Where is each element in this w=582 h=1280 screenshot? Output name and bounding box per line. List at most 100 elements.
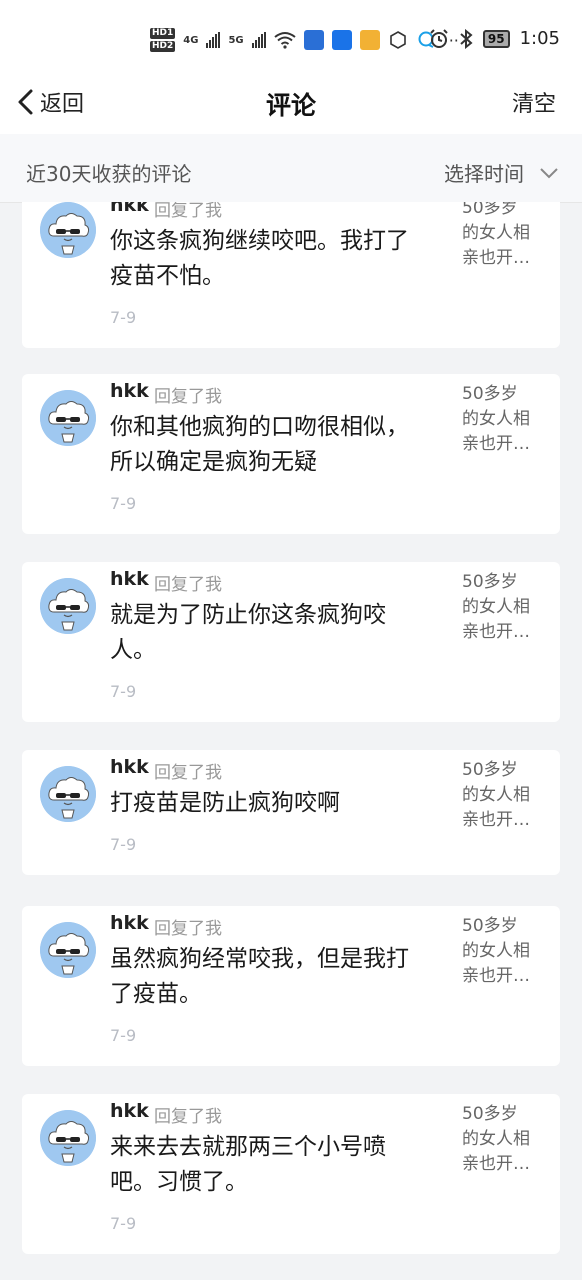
- comment-text-line: 疫苗不怕。: [110, 263, 225, 289]
- comment-username[interactable]: hkk: [110, 912, 149, 934]
- comment-text-line: 人。: [110, 637, 156, 663]
- comment-date: 7-9: [110, 1214, 137, 1233]
- comment-username[interactable]: hkk: [110, 1100, 149, 1122]
- referenced-post-line: 50多岁: [462, 760, 518, 780]
- comment-card[interactable]: hkk 回复了我你和其他疯狗的口吻很相似， 所以确定是疯狗无疑 7-9 50多岁的女人相…: [22, 374, 560, 534]
- referenced-post-line: 的女人相: [462, 409, 530, 429]
- filter-label: 近30天收获的评论: [26, 162, 192, 186]
- comment-card[interactable]: hkk 回复了我就是为了防止你这条疯狗咬 人。 7-9 50多岁的女人相亲也开…: [22, 562, 560, 722]
- reply-action-label: 回复了我: [154, 919, 222, 939]
- referenced-post-line: 50多岁: [462, 202, 518, 218]
- referenced-post[interactable]: 50多岁的女人相亲也开…: [462, 570, 544, 645]
- avatar[interactable]: [40, 390, 96, 446]
- comment-text-line: 来来去去就那两三个小号喷: [110, 1134, 386, 1160]
- reply-action-label: 回复了我: [154, 1107, 222, 1127]
- hd-indicator: HD1 HD2: [150, 27, 176, 53]
- navigation-bar: 返回 评论 清空: [0, 72, 582, 134]
- hd2-label: HD2: [150, 41, 176, 52]
- clock-time: 1:05: [519, 28, 560, 49]
- comment-text-line: 你这条疯狗继续咬吧。我打了: [110, 228, 409, 254]
- comment-date: 7-9: [110, 682, 137, 701]
- referenced-post[interactable]: 50多岁 的女人相 亲也开…: [462, 382, 544, 457]
- page-title: 评论: [265, 91, 316, 120]
- referenced-post-line: 的女人相: [462, 785, 530, 805]
- comment-text: 你这条疯狗继续咬吧。我打了 疫苗不怕。: [110, 224, 440, 294]
- referenced-post[interactable]: 50多岁的女人相亲也开…: [462, 758, 544, 833]
- app-notification-icon: [303, 30, 324, 50]
- referenced-post[interactable]: 50多岁的女人相亲也开…: [462, 914, 544, 989]
- status-icons-left: HD1 HD2 4G 5G ···: [150, 22, 459, 58]
- comment-username[interactable]: hkk: [110, 756, 149, 778]
- avatar-cloud-icon: [40, 390, 96, 446]
- referenced-post-line: 50多岁: [462, 916, 518, 936]
- bluetooth-icon: [460, 28, 473, 49]
- avatar[interactable]: [40, 766, 96, 822]
- comment-card[interactable]: hkk 回复了我你这条疯狗继续咬吧。我打了 疫苗不怕。 7-9 50多岁的女人相亲也开…: [22, 202, 560, 348]
- comment-date: 7-9: [110, 1026, 137, 1045]
- avatar[interactable]: [40, 922, 96, 978]
- comment-text: 虽然疯狗经常咬我，但是我打 了疫苗。: [110, 942, 440, 1012]
- comment-date: 7-9: [110, 308, 137, 327]
- comment-card[interactable]: hkk 回复了我虽然疯狗经常咬我，但是我打 了疫苗。 7-9 50多岁的女人相亲也开…: [22, 906, 560, 1066]
- referenced-post[interactable]: 50多岁的女人相亲也开…: [462, 202, 544, 271]
- referenced-post-line: 的女人相: [462, 597, 530, 617]
- avatar-cloud-icon: [40, 202, 96, 258]
- battery-icon: 95: [482, 29, 510, 48]
- reply-action-label: 回复了我: [154, 575, 222, 595]
- avatar[interactable]: [40, 578, 96, 634]
- comment-text: 来来去去就那两三个小号喷 吧。习惯了。: [110, 1130, 440, 1200]
- network-5g-label: 5G: [228, 34, 244, 46]
- referenced-post-line: 50多岁: [462, 572, 518, 592]
- comment-card[interactable]: hkk 回复了我来来去去就那两三个小号喷 吧。习惯了。 7-9 50多岁的女人相亲也开…: [22, 1094, 560, 1254]
- time-select-button[interactable]: 选择时间: [444, 158, 558, 187]
- chevron-down-icon: [540, 167, 558, 178]
- referenced-post[interactable]: 50多岁的女人相亲也开…: [462, 1102, 544, 1177]
- comment-text-line: 吧。习惯了。: [110, 1169, 248, 1195]
- reply-action-label: 回复了我: [154, 202, 222, 221]
- referenced-post-line: 的女人相: [462, 1129, 530, 1149]
- battery-level: 95: [487, 31, 505, 46]
- comment-date: 7-9: [110, 494, 137, 513]
- clear-button[interactable]: 清空: [512, 86, 556, 118]
- comment-date: 7-9: [110, 835, 137, 854]
- avatar-cloud-icon: [40, 766, 96, 822]
- comment-list[interactable]: hkk 回复了我 你这条疯狗继续咬吧。我打了 疫苗不怕。 7-9 50多岁 的女人相 亲也开……: [0, 202, 582, 1280]
- reply-action-label: 回复了我: [154, 763, 222, 783]
- comment-username[interactable]: hkk: [110, 568, 149, 590]
- signal-icon: [251, 32, 266, 48]
- referenced-post-line: 亲也开…: [462, 966, 530, 986]
- app-notification-icon: [389, 31, 406, 49]
- referenced-post-line: 50多岁: [462, 1104, 518, 1124]
- hd1-label: HD1: [150, 28, 176, 39]
- referenced-post-line: 亲也开…: [462, 810, 530, 830]
- comment-card[interactable]: hkk 回复了我打疫苗是防止疯狗咬啊 7-9 50多岁的女人相亲也开…: [22, 750, 560, 875]
- status-icons-right: 95 1:05: [429, 28, 560, 49]
- avatar-cloud-icon: [40, 922, 96, 978]
- app-notification-icon: [331, 30, 352, 50]
- wifi-icon: [273, 32, 296, 49]
- comment-text-line: 就是为了防止你这条疯狗咬: [110, 602, 386, 628]
- referenced-post-line: 亲也开…: [462, 622, 530, 642]
- referenced-post-line: 的女人相: [462, 941, 530, 961]
- comment-text-line: 了疫苗。: [110, 981, 202, 1007]
- comment-username[interactable]: hkk: [110, 202, 149, 216]
- comment-text-line: 打疫苗是防止疯狗咬啊: [110, 790, 340, 816]
- avatar[interactable]: [40, 1110, 96, 1166]
- referenced-post-line: 亲也开…: [462, 1154, 530, 1174]
- referenced-post-line: 的女人相: [462, 223, 530, 243]
- comment-username[interactable]: hkk: [110, 380, 149, 402]
- app-notification-icon: [359, 30, 380, 50]
- referenced-post-line: 亲也开…: [462, 248, 530, 268]
- network-4g-label: 4G: [183, 34, 199, 46]
- avatar[interactable]: [40, 202, 96, 258]
- reply-action-label: 回复了我: [154, 387, 222, 407]
- status-bar: HD1 HD2 4G 5G ··· 95 1:05: [0, 0, 582, 72]
- comment-text-line: 你和其他疯狗的口吻很相似，: [110, 414, 409, 440]
- referenced-post-line: 50多岁: [462, 384, 518, 404]
- comment-text-line: 所以确定是疯狗无疑: [110, 449, 317, 475]
- avatar-cloud-icon: [40, 1110, 96, 1166]
- filter-bar: 近30天收获的评论 选择时间: [0, 134, 582, 203]
- comment-text: 就是为了防止你这条疯狗咬 人。: [110, 598, 440, 668]
- comment-text: 打疫苗是防止疯狗咬啊: [110, 786, 440, 821]
- alarm-icon: [430, 28, 448, 48]
